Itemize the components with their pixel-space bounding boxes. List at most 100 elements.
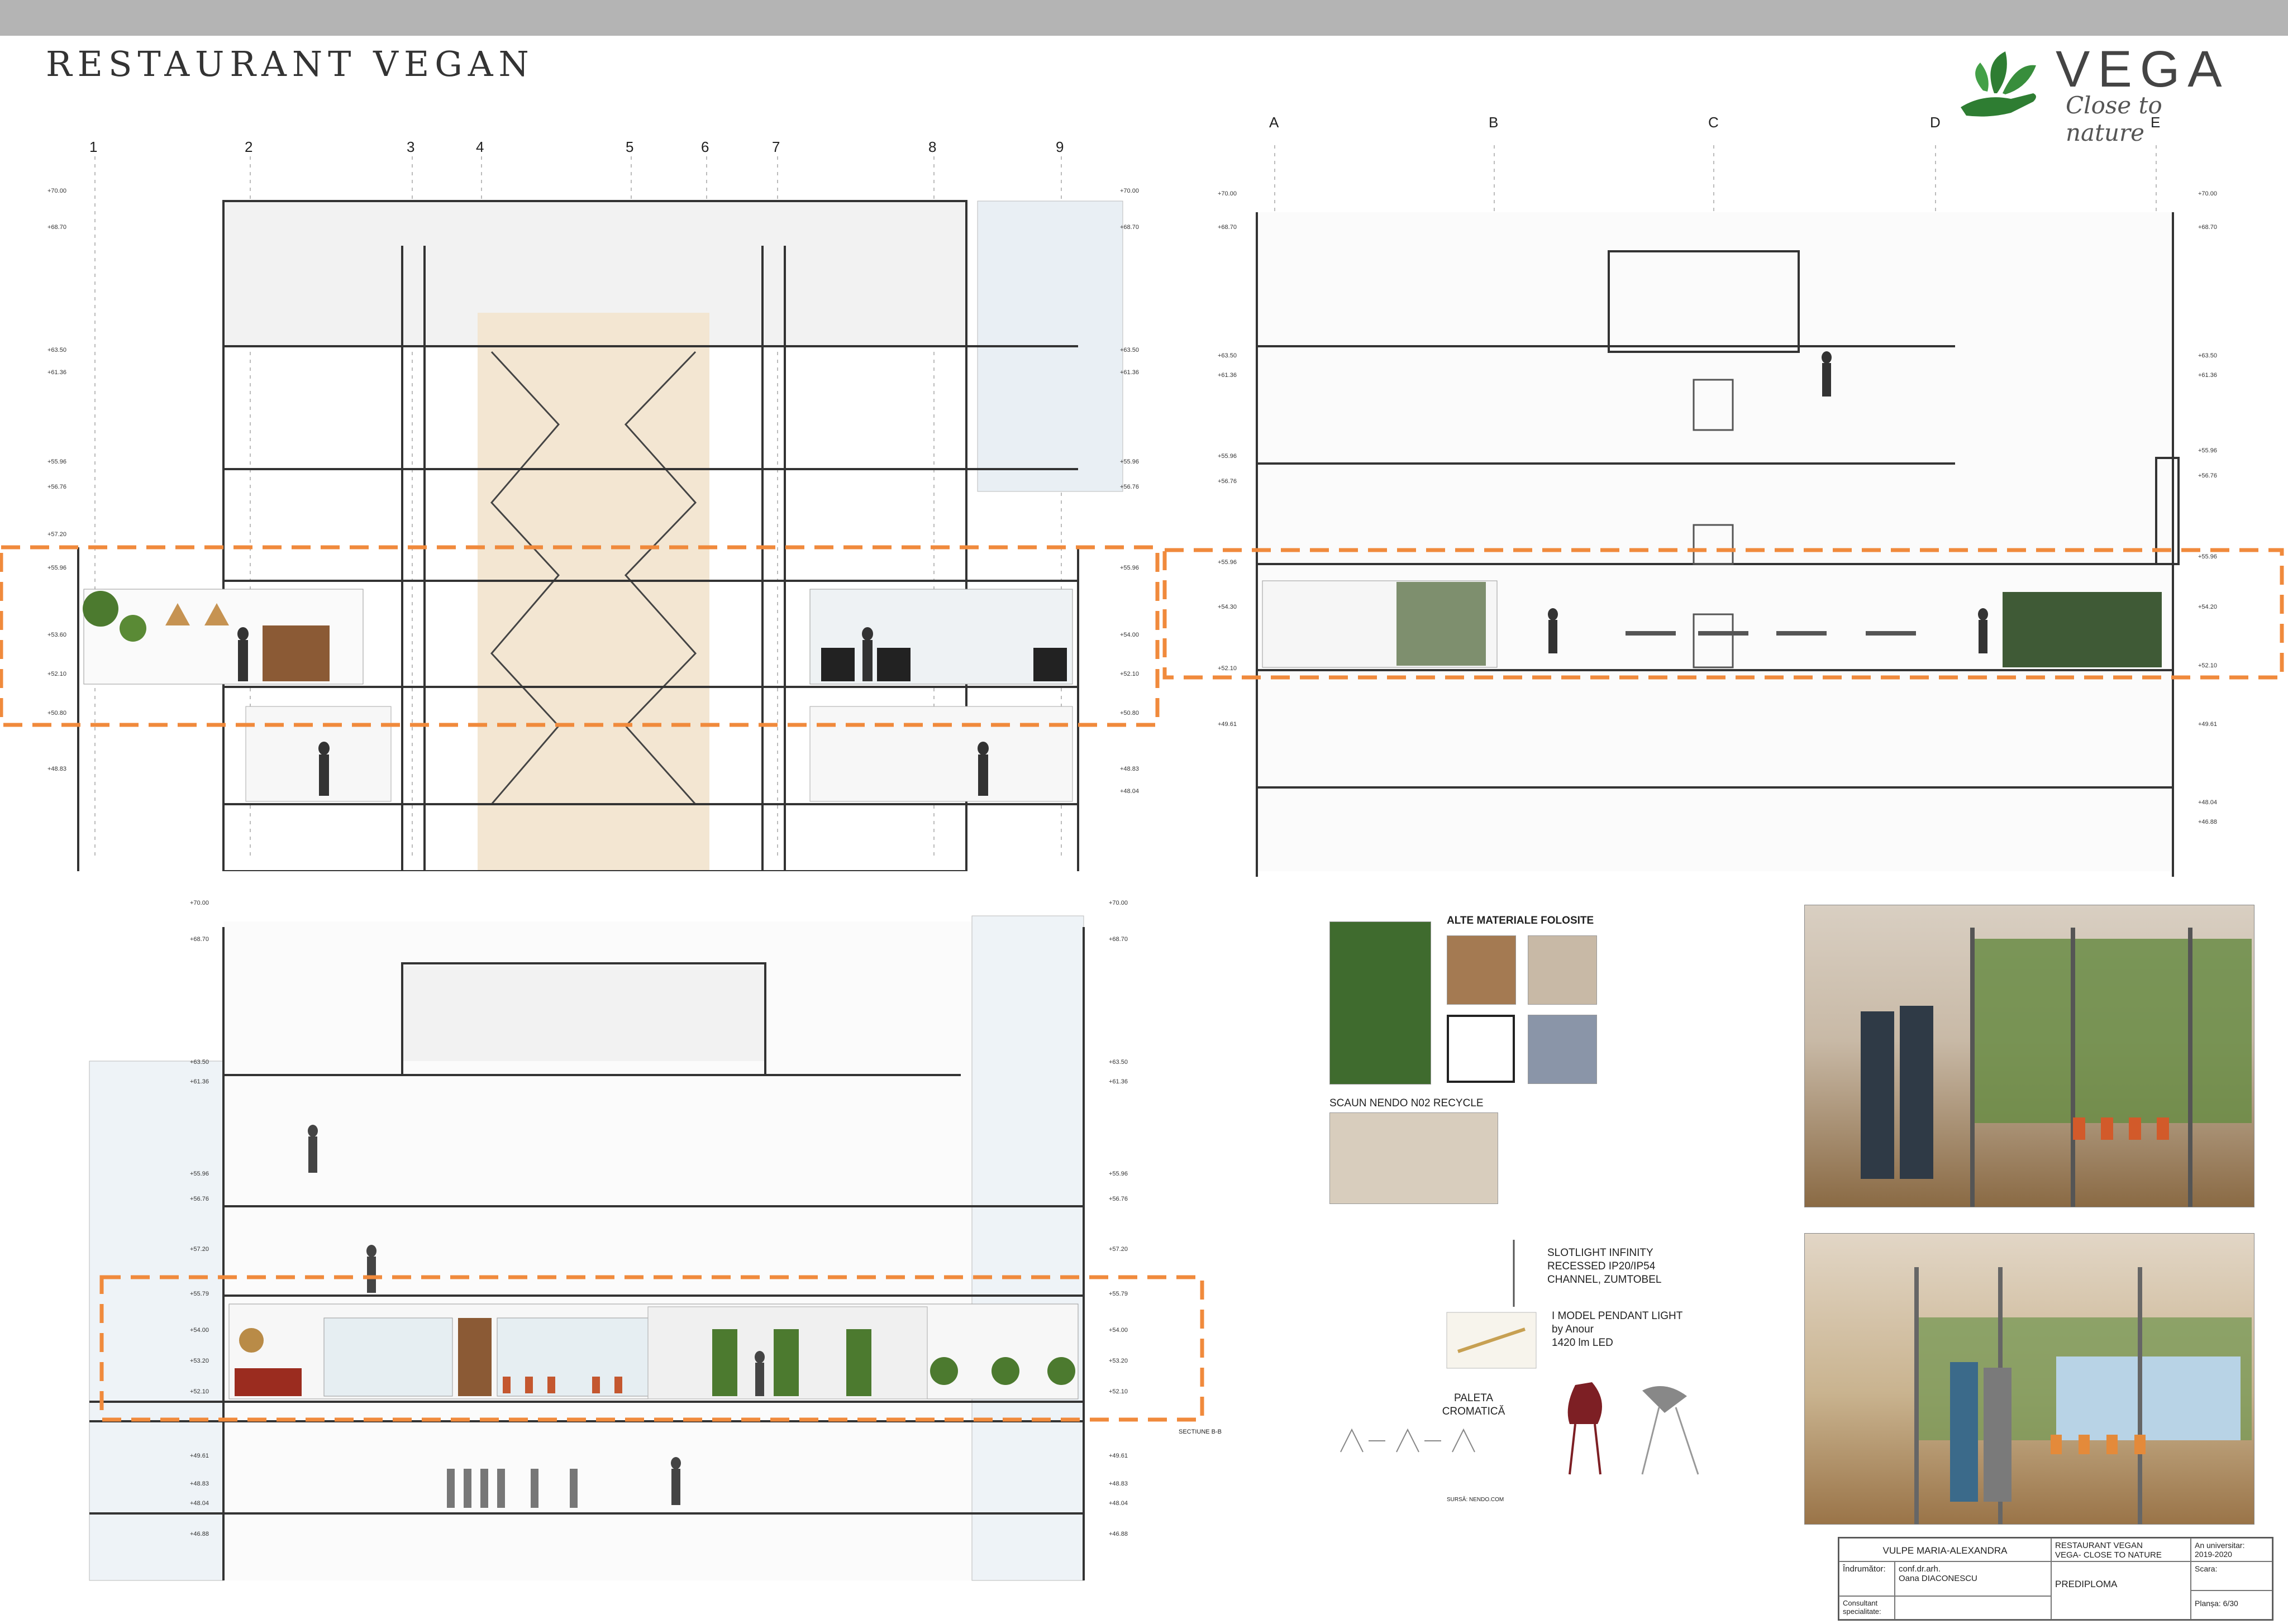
svg-text:+55.96: +55.96 — [1120, 458, 1139, 465]
svg-text:+49.61: +49.61 — [1218, 721, 1237, 728]
axis-labels-numeric: 1 2 3 4 5 6 7 8 9 — [0, 138, 1162, 161]
svg-text:+63.50: +63.50 — [1109, 1059, 1128, 1066]
title-block: VULPE MARIA-ALEXANDRA RESTAURANT VEGAN V… — [1838, 1537, 2273, 1621]
svg-text:+46.88: +46.88 — [190, 1531, 209, 1537]
svg-text:+63.50: +63.50 — [1218, 352, 1237, 359]
svg-text:+70.00: +70.00 — [2198, 190, 2217, 197]
logo-name: VEGA — [2056, 41, 2230, 98]
page-title: RESTAURANT VEGAN — [46, 44, 535, 84]
svg-text:+52.10: +52.10 — [2198, 662, 2217, 669]
top-bar — [0, 0, 2288, 36]
source-credit: SURSĂ: NENDO.COM — [1447, 1497, 1504, 1503]
svg-text:+70.00: +70.00 — [1218, 190, 1237, 197]
section-note: SECTIUNE B-B — [1179, 1429, 1222, 1435]
svg-text:+55.96: +55.96 — [2198, 447, 2217, 454]
axis-label: 3 — [407, 138, 415, 155]
svg-text:+50.80: +50.80 — [47, 710, 66, 717]
svg-text:+54.30: +54.30 — [1218, 604, 1237, 610]
section-top-left: +70.00 +68.70 +63.50 +61.36 +55.96 +56.76 +… — [0, 112, 1162, 872]
svg-text:+55.96: +55.96 — [1218, 453, 1237, 460]
svg-text:+54.00: +54.00 — [1120, 632, 1139, 638]
svg-text:+57.20: +57.20 — [47, 531, 66, 538]
axis-label: 7 — [772, 138, 780, 155]
year-label: An universitar: — [2195, 1541, 2245, 1550]
svg-text:+48.83: +48.83 — [1109, 1480, 1128, 1487]
green-wall-swatch — [1329, 921, 1431, 1085]
supervisor-surname: Oana DIACONESCU — [1899, 1574, 1977, 1583]
svg-text:+57.20: +57.20 — [1109, 1246, 1128, 1253]
mirror-swatch — [1447, 1015, 1515, 1083]
svg-text:+70.00: +70.00 — [1109, 900, 1128, 906]
svg-text:+56.76: +56.76 — [1109, 1196, 1128, 1202]
axis-label: 4 — [476, 138, 484, 155]
wood-swatch — [1447, 935, 1516, 1005]
palette-label: PALETA CROMATICĂ — [1442, 1392, 1505, 1417]
svg-text:+53.20: +53.20 — [1109, 1358, 1128, 1364]
axis-label: 1 — [89, 138, 98, 155]
chair-photo — [1329, 1112, 1498, 1204]
axis-label: D — [1930, 114, 1941, 131]
svg-text:+55.96: +55.96 — [1218, 559, 1237, 566]
svg-text:+61.36: +61.36 — [1218, 372, 1237, 379]
svg-text:+68.70: +68.70 — [1218, 224, 1237, 231]
axis-label: 5 — [626, 138, 634, 155]
svg-text:+49.61: +49.61 — [2198, 721, 2217, 728]
svg-text:+55.96: +55.96 — [2198, 553, 2217, 560]
materials-board: ALTE MATERIALE FOLOSITE SCAUN NENDO N02 … — [1318, 905, 1743, 1519]
svg-text:+48.04: +48.04 — [190, 1500, 209, 1507]
svg-text:+55.96: +55.96 — [1109, 1171, 1128, 1177]
svg-text:+68.70: +68.70 — [1120, 224, 1139, 231]
chair-label: SCAUN NENDO N02 RECYCLE — [1329, 1097, 1484, 1109]
axis-label: 2 — [245, 138, 253, 155]
svg-text:+54.00: +54.00 — [190, 1327, 209, 1334]
section-top-right: +70.00 +68.70 +63.50 +61.36 +55.96 +56.76 +… — [1162, 112, 2288, 882]
svg-text:+48.04: +48.04 — [1120, 788, 1139, 795]
svg-text:+56.76: +56.76 — [47, 484, 66, 490]
section-bottom: +70.00 +68.70 +63.50 +61.36 +55.96 +56.76 +… — [0, 894, 1246, 1586]
axis-labels-letters: A B C D E — [1162, 114, 2288, 136]
lighting-furniture-sketch — [1340, 1240, 1699, 1475]
project-stage: PREDIPLOMA — [2051, 1561, 2191, 1620]
axis-label: B — [1489, 114, 1499, 131]
supervisor-name: conf.dr.arh. Oana DIACONESCU — [1895, 1561, 2051, 1596]
svg-text:+70.00: +70.00 — [47, 188, 66, 194]
svg-text:+49.61: +49.61 — [190, 1453, 209, 1459]
svg-text:+61.36: +61.36 — [47, 369, 66, 376]
svg-text:+53.20: +53.20 — [190, 1358, 209, 1364]
svg-text:+48.83: +48.83 — [47, 766, 66, 772]
svg-text:+56.76: +56.76 — [190, 1196, 209, 1202]
scale-label: Scara: — [2191, 1561, 2272, 1590]
year-value: 2019-2020 — [2195, 1550, 2232, 1559]
svg-text:+48.83: +48.83 — [190, 1480, 209, 1487]
axis-label: 8 — [928, 138, 937, 155]
project-title-line1: RESTAURANT VEGAN — [2055, 1541, 2143, 1550]
sheet-number: Planșa: 6/30 — [2191, 1590, 2272, 1620]
svg-text:+61.36: +61.36 — [1109, 1078, 1128, 1085]
svg-text:+63.50: +63.50 — [47, 347, 66, 354]
svg-text:+63.50: +63.50 — [190, 1059, 209, 1066]
svg-text:+70.00: +70.00 — [1120, 188, 1139, 194]
axis-label: C — [1708, 114, 1719, 131]
axis-label: 6 — [701, 138, 709, 155]
interior-render-1 — [1804, 905, 2254, 1207]
student-name: VULPE MARIA-ALEXANDRA — [1839, 1538, 2051, 1561]
svg-text:+56.76: +56.76 — [1120, 484, 1139, 490]
light-wood-swatch — [1528, 935, 1597, 1005]
svg-text:+48.04: +48.04 — [1109, 1500, 1128, 1507]
svg-text:+55.96: +55.96 — [1120, 565, 1139, 571]
svg-text:+52.10: +52.10 — [1109, 1388, 1128, 1395]
supervisor-label: Îndrumător: — [1839, 1561, 1895, 1596]
svg-text:+61.36: +61.36 — [190, 1078, 209, 1085]
svg-text:+54.00: +54.00 — [1109, 1327, 1128, 1334]
consultant-name — [1895, 1596, 2051, 1620]
svg-text:+46.88: +46.88 — [1109, 1531, 1128, 1537]
svg-text:+61.36: +61.36 — [2198, 372, 2217, 379]
svg-text:+50.80: +50.80 — [1120, 710, 1139, 717]
svg-text:+48.83: +48.83 — [1120, 766, 1139, 772]
svg-text:+56.76: +56.76 — [2198, 472, 2217, 479]
svg-text:+55.79: +55.79 — [190, 1291, 209, 1297]
svg-text:+48.04: +48.04 — [2198, 799, 2217, 806]
svg-text:+52.10: +52.10 — [1218, 665, 1237, 672]
svg-text:+68.70: +68.70 — [1109, 936, 1128, 943]
svg-text:+70.00: +70.00 — [190, 900, 209, 906]
